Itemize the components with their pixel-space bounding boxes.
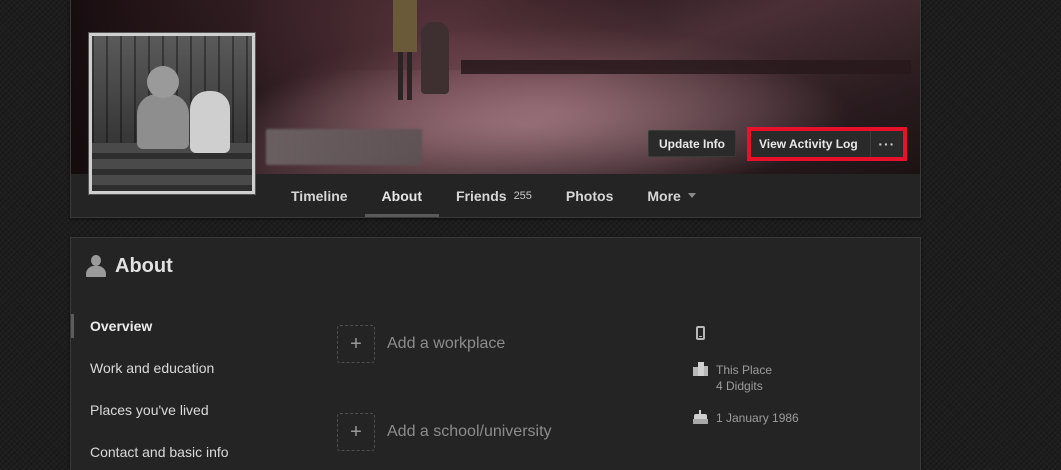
tab-about[interactable]: About xyxy=(364,174,440,217)
update-info-label: Update Info xyxy=(659,136,725,151)
nav-item-label: Places you've lived xyxy=(90,402,209,418)
tab-label: Friends xyxy=(455,187,507,204)
plus-icon: + xyxy=(337,325,375,363)
add-workplace-link[interactable]: + Add a workplace xyxy=(337,325,505,363)
ellipsis-icon: ··· xyxy=(878,136,896,152)
activity-log-group-highlighted: View Activity Log ··· xyxy=(747,127,907,161)
update-info-button[interactable]: Update Info xyxy=(648,130,736,157)
tab-label: About xyxy=(381,187,422,204)
profile-name-blurred xyxy=(266,129,422,165)
nav-item-label: Contact and basic info xyxy=(90,444,229,460)
building-icon xyxy=(693,362,708,376)
friends-count: 255 xyxy=(513,189,532,202)
nav-item-work-education[interactable]: Work and education xyxy=(71,347,311,389)
birthday-cake-icon xyxy=(693,410,708,424)
person-icon xyxy=(85,254,107,278)
tab-more[interactable]: More xyxy=(630,174,712,217)
tab-label: More xyxy=(647,187,681,204)
phone-row[interactable] xyxy=(693,326,705,340)
view-activity-log-label: View Activity Log xyxy=(759,137,858,151)
tab-label: Timeline xyxy=(291,187,348,204)
nav-item-places-lived[interactable]: Places you've lived xyxy=(71,389,311,431)
tab-friends[interactable]: Friends 255 xyxy=(439,174,549,217)
place-text: This Place 4 Didgits xyxy=(716,362,772,394)
nav-item-label: Overview xyxy=(90,318,153,334)
nav-item-contact-info[interactable]: Contact and basic info xyxy=(71,431,311,470)
profile-header: Update Info View Activity Log ··· Timeli… xyxy=(70,0,921,218)
cover-fence-decoration xyxy=(461,60,911,74)
tab-photos[interactable]: Photos xyxy=(549,174,630,217)
add-school-label: Add a school/university xyxy=(387,423,552,440)
add-school-link[interactable]: + Add a school/university xyxy=(337,413,552,451)
birthday-row: 1 January 1986 xyxy=(693,410,799,426)
more-options-button[interactable]: ··· xyxy=(871,131,903,157)
about-nav: Overview Work and education Places you'v… xyxy=(71,314,311,470)
place-row: This Place 4 Didgits xyxy=(693,362,772,394)
profile-picture[interactable] xyxy=(88,32,256,195)
caret-down-icon xyxy=(687,193,696,198)
profile-tabs: Timeline About Friends 255 Photos More xyxy=(274,174,713,217)
plus-icon: + xyxy=(337,413,375,451)
tab-label: Photos xyxy=(565,187,614,204)
place-line-2: 4 Didgits xyxy=(716,379,763,393)
tab-timeline[interactable]: Timeline xyxy=(274,174,365,217)
view-activity-log-button[interactable]: View Activity Log xyxy=(751,131,871,157)
add-workplace-label: Add a workplace xyxy=(387,335,506,352)
birthday-text: 1 January 1986 xyxy=(716,411,799,425)
profile-picture-image xyxy=(92,36,252,191)
about-section: About Overview Work and education Places… xyxy=(70,237,921,470)
cover-person-figure xyxy=(393,0,417,100)
mobile-phone-icon xyxy=(696,326,705,340)
nav-item-overview[interactable]: Overview xyxy=(71,314,311,338)
about-title[interactable]: About xyxy=(115,255,173,278)
about-header: About xyxy=(85,254,173,278)
place-line-1[interactable]: This Place xyxy=(716,362,772,378)
cover-dog-figure xyxy=(421,22,449,94)
nav-item-label: Work and education xyxy=(90,360,215,376)
